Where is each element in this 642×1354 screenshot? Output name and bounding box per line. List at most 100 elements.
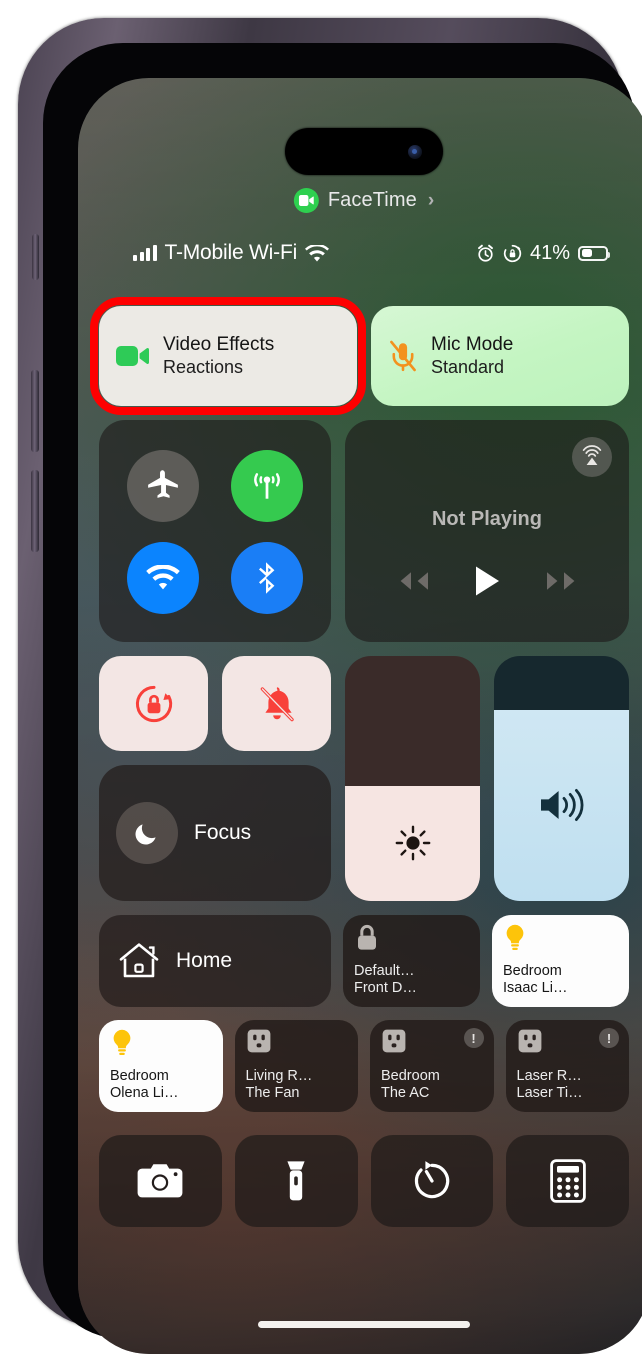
lightbulb-icon	[503, 923, 527, 953]
home-icon	[118, 941, 160, 981]
focus-label: Focus	[194, 821, 252, 844]
control-center: FaceTime › T-Mobile Wi-Fi 41% Video Effe…	[78, 78, 642, 1354]
brightness-fill	[345, 785, 480, 901]
rotation-lock-icon	[503, 244, 522, 263]
wifi-toggle[interactable]	[127, 542, 199, 614]
accessory-room: Bedroom	[110, 1067, 169, 1084]
warning-badge-icon: !	[463, 1028, 484, 1048]
accessory-name: Bedroom The AC	[381, 1068, 484, 1103]
video-effects-tile[interactable]: Video Effects Reactions	[90, 297, 366, 415]
connectivity-media-row: Not Playing	[99, 420, 629, 642]
cellular-data-toggle[interactable]	[231, 450, 303, 522]
media-player-module: Not Playing	[345, 420, 629, 642]
chevron-right-icon: ›	[427, 189, 435, 211]
cellular-bars-icon	[133, 245, 157, 261]
calculator-button[interactable]	[506, 1135, 629, 1227]
video-camera-icon	[293, 188, 319, 213]
accessory-tile-bedroom-isaac-light[interactable]: Bedroom Isaac Li…	[492, 915, 629, 1007]
accessory-device: Olena Li…	[110, 1085, 179, 1102]
accessory-tile-living-room-fan[interactable]: Living R… The Fan	[234, 1020, 358, 1112]
accessory-device: Isaac Li…	[503, 980, 568, 997]
moon-icon	[116, 802, 178, 864]
accessory-icon-row	[246, 1028, 349, 1054]
phone-bezel: FaceTime › T-Mobile Wi-Fi 41% Video Effe…	[43, 43, 642, 1354]
airplay-audio-icon[interactable]	[572, 437, 612, 477]
volume-fill	[494, 709, 629, 901]
accessory-room: Default…	[354, 962, 415, 979]
accessory-icon-row: !	[517, 1028, 619, 1054]
control-center-grid: Video Effects Reactions Mic Mode Standar…	[90, 297, 629, 1227]
airplane-mode-toggle[interactable]	[127, 450, 199, 522]
timer-button[interactable]	[370, 1135, 494, 1227]
mini-toggles-row	[99, 656, 331, 751]
home-indicator[interactable]	[258, 1321, 470, 1328]
wifi-icon	[305, 244, 330, 262]
calculator-icon	[549, 1159, 586, 1203]
accessory-name: Living R… The Fan	[246, 1068, 349, 1103]
mic-mode-subtitle: Standard	[431, 356, 505, 377]
video-effects-text: Video Effects Reactions	[163, 333, 274, 378]
rotation-lock-toggle[interactable]	[99, 656, 208, 751]
status-bar-right: 41%	[476, 241, 610, 265]
speaker-waves-icon	[540, 789, 583, 822]
accessory-tile-bedroom-olena-light[interactable]: Bedroom Olena Li…	[99, 1020, 223, 1112]
accessory-icon-row	[503, 923, 619, 953]
mic-mode-tile[interactable]: Mic Mode Standard	[371, 306, 629, 406]
accessory-room: Bedroom	[381, 1067, 440, 1084]
accessory-name: Bedroom Olena Li…	[110, 1068, 213, 1103]
media-controls	[345, 565, 629, 597]
camera-icon	[137, 1164, 183, 1198]
effects-row: Video Effects Reactions Mic Mode Standar…	[90, 297, 629, 415]
bluetooth-toggle[interactable]	[231, 542, 303, 614]
accessory-name: Bedroom Isaac Li…	[503, 963, 619, 998]
accessory-row: Bedroom Olena Li… Living R… The Fan ! Be…	[99, 1020, 629, 1112]
mic-muted-icon	[388, 340, 418, 372]
video-effects-subtitle: Reactions	[163, 356, 244, 377]
camera-button[interactable]	[99, 1135, 222, 1227]
status-bar: T-Mobile Wi-Fi 41%	[133, 239, 610, 267]
focus-toggle[interactable]: Focus	[99, 765, 331, 901]
toggles-stack: Focus	[99, 656, 331, 901]
lightbulb-icon	[110, 1028, 134, 1058]
battery-icon	[578, 245, 610, 261]
screenshot-root: FaceTime › T-Mobile Wi-Fi 41% Video Effe…	[0, 0, 642, 1354]
status-bar-left: T-Mobile Wi-Fi	[133, 241, 330, 265]
accessory-tile-laser-room-laser[interactable]: ! Laser R… Laser Ti…	[505, 1020, 629, 1112]
volume-up-button[interactable]	[31, 370, 39, 452]
flashlight-icon	[287, 1161, 305, 1201]
accessory-device: The Fan	[245, 1085, 300, 1102]
volume-slider[interactable]	[494, 656, 629, 901]
flashlight-button[interactable]	[234, 1135, 358, 1227]
play-icon[interactable]	[474, 565, 501, 597]
accessory-room: Living R…	[245, 1067, 313, 1084]
accessory-room: Laser R…	[516, 1067, 582, 1084]
fast-forward-icon[interactable]	[544, 569, 582, 593]
alarm-clock-icon	[476, 244, 495, 263]
accessory-room: Bedroom	[503, 962, 562, 979]
warning-badge-icon: !	[599, 1028, 619, 1048]
accessory-icon-row	[354, 923, 470, 953]
ring-silent-switch[interactable]	[32, 234, 39, 280]
facetime-label: FaceTime	[327, 189, 417, 211]
mic-mode-text: Mic Mode Standard	[431, 333, 513, 378]
brightness-slider[interactable]	[345, 656, 480, 901]
lock-icon	[354, 923, 380, 953]
video-camera-icon	[116, 344, 150, 368]
accessory-tile-front-door-lock[interactable]: Default… Front D…	[343, 915, 480, 1007]
outlet-icon	[517, 1028, 543, 1054]
media-status-label: Not Playing	[431, 508, 542, 530]
accessory-name: Laser R… Laser Ti…	[517, 1068, 620, 1103]
facetime-banner[interactable]: FaceTime ›	[293, 188, 435, 213]
battery-percent-label: 41%	[529, 241, 570, 264]
accessory-icon-row	[110, 1028, 213, 1058]
accessory-name: Default… Front D…	[354, 963, 470, 998]
home-tile[interactable]: Home	[99, 915, 331, 1007]
silent-mode-toggle[interactable]	[222, 656, 331, 751]
phone-screen: FaceTime › T-Mobile Wi-Fi 41% Video Effe…	[78, 78, 642, 1354]
outlet-icon	[381, 1028, 407, 1054]
rewind-icon[interactable]	[393, 569, 431, 593]
home-label: Home	[176, 949, 233, 972]
volume-down-button[interactable]	[31, 470, 39, 552]
accessory-tile-bedroom-ac[interactable]: ! Bedroom The AC	[370, 1020, 494, 1112]
home-row: Home Default… Front D… Bedroom Isaac Li…	[99, 915, 629, 1007]
